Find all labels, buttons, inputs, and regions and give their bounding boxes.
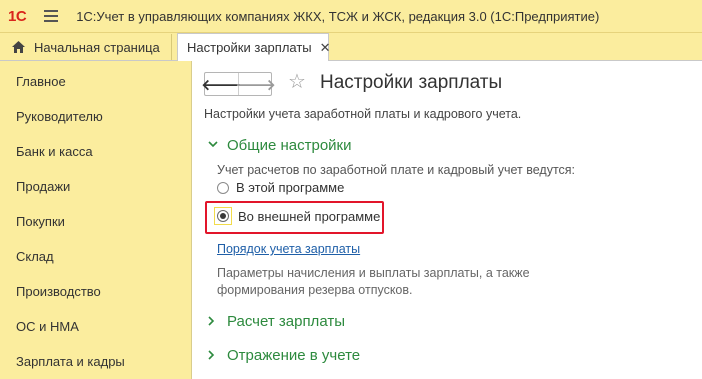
payroll-note-line-2: формирования резерва отпусков. bbox=[217, 283, 413, 297]
navigation-buttons: 🡐 🡒 bbox=[201, 72, 276, 96]
section-general-settings-label: Общие настройки bbox=[227, 137, 352, 154]
1c-logo-text: 1С bbox=[8, 7, 27, 25]
radio-this-program-label: В этой программе bbox=[236, 180, 345, 195]
back-arrow-icon[interactable]: 🡐 bbox=[201, 73, 242, 95]
tab-home[interactable]: Начальная страница bbox=[0, 34, 172, 60]
section-general-settings[interactable]: Общие настройки bbox=[208, 137, 352, 154]
tab-bar: Начальная страница Настройки зарплаты ✕ bbox=[0, 33, 702, 61]
page-subtitle: Настройки учета заработной платы и кадро… bbox=[204, 107, 522, 121]
sidebar-item-production[interactable]: Производство bbox=[16, 284, 101, 299]
sidebar-item-fixed-assets[interactable]: ОС и НМА bbox=[16, 319, 79, 334]
radio-button-checked[interactable] bbox=[217, 210, 229, 222]
radio-external-program[interactable]: Во внешней программе bbox=[214, 207, 381, 225]
section-accounting-reflection-label: Отражение в учете bbox=[227, 347, 361, 364]
app-title: 1С:Учет в управляющих компаниях ЖКХ, ТСЖ… bbox=[76, 8, 600, 24]
chevron-right-icon bbox=[208, 349, 218, 363]
payroll-procedure-link[interactable]: Порядок учета зарплаты bbox=[217, 242, 360, 256]
accounting-mode-description: Учет расчетов по заработной плате и кадр… bbox=[217, 163, 576, 177]
1c-logo: 1С bbox=[8, 7, 27, 25]
main-content: 🡐 🡒 ☆ Настройки зарплаты Настройки учета… bbox=[192, 61, 702, 379]
close-icon[interactable]: ✕ bbox=[320, 40, 331, 56]
favorite-star-icon[interactable]: ☆ bbox=[288, 69, 306, 94]
radio-focus-frame bbox=[214, 207, 232, 225]
sidebar-item-payroll-hr[interactable]: Зарплата и кадры bbox=[16, 354, 125, 369]
title-bar: 1С 1С:Учет в управляющих компаниях ЖКХ, … bbox=[0, 0, 702, 33]
page-title: Настройки зарплаты bbox=[320, 72, 503, 93]
tab-salary-settings-label: Настройки зарплаты bbox=[187, 40, 312, 55]
sidebar-item-sales[interactable]: Продажи bbox=[16, 179, 70, 194]
chevron-down-icon bbox=[208, 137, 218, 151]
section-accounting-reflection[interactable]: Отражение в учете bbox=[208, 347, 360, 364]
chevron-right-icon bbox=[208, 315, 218, 329]
radio-this-program[interactable]: В этой программе bbox=[217, 180, 344, 195]
payroll-note: Параметры начисления и выплаты зарплаты,… bbox=[217, 265, 577, 299]
forward-arrow-icon[interactable]: 🡒 bbox=[235, 73, 275, 95]
section-payroll-calculation-label: Расчет зарплаты bbox=[227, 313, 345, 330]
sidebar-item-main[interactable]: Главное bbox=[16, 74, 66, 89]
radio-button-unchecked[interactable] bbox=[217, 181, 229, 194]
sidebar-item-purchases[interactable]: Покупки bbox=[16, 214, 65, 229]
sidebar-item-warehouse[interactable]: Склад bbox=[16, 249, 54, 264]
home-icon bbox=[12, 41, 25, 53]
sidebar-item-manager[interactable]: Руководителю bbox=[16, 109, 103, 124]
main-menu-icon[interactable] bbox=[44, 10, 59, 22]
sidebar: Главное Руководителю Банк и касса Продаж… bbox=[0, 61, 192, 379]
radio-external-program-label: Во внешней программе bbox=[238, 208, 381, 224]
tab-salary-settings[interactable]: Настройки зарплаты ✕ bbox=[177, 33, 331, 61]
section-payroll-calculation[interactable]: Расчет зарплаты bbox=[208, 313, 345, 330]
sidebar-item-bank-cash[interactable]: Банк и касса bbox=[16, 144, 93, 159]
tab-home-label: Начальная страница bbox=[34, 39, 160, 55]
payroll-note-line-1: Параметры начисления и выплаты зарплаты,… bbox=[217, 266, 530, 280]
